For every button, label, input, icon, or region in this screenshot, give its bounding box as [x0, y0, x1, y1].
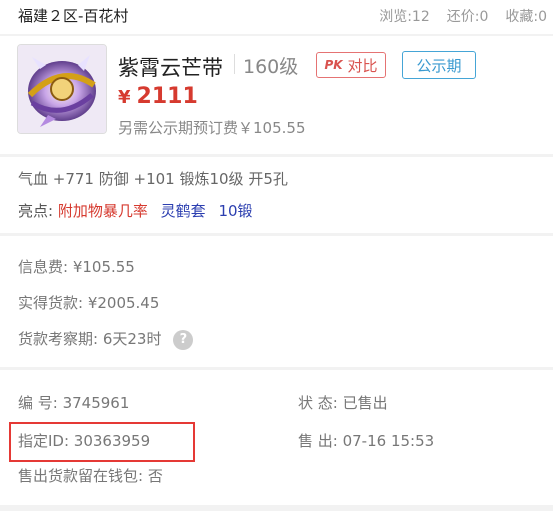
belt-item-icon — [18, 45, 106, 133]
observation-period-row: 货款考察期: 6天23时? — [18, 328, 194, 350]
price-value: 2111 — [136, 84, 198, 109]
compare-label: 对比 — [347, 56, 378, 75]
highlight-tag: 10锻 — [218, 202, 253, 220]
highlight-tag: 灵鹤套 — [160, 202, 206, 220]
help-icon[interactable]: ? — [173, 329, 194, 350]
favorites-count: 收藏:0 — [505, 9, 547, 25]
views-count: 浏览:12 — [379, 9, 430, 25]
public-period-badge: 公示期 — [402, 51, 476, 79]
compare-button[interactable]: PK 对比 — [316, 52, 386, 78]
info-fee: 信息费: ¥105.55 — [18, 258, 135, 276]
item-card: 紫霄云芒带 160级 PK 对比 公示期 ¥2111 另需公示期预订费￥105.… — [0, 36, 553, 154]
extra-fee: 另需公示期预订费￥105.55 — [118, 119, 306, 137]
fees-section: 信息费: ¥105.55 实得货款: ¥2005.45 货款考察期: 6天23时… — [0, 236, 553, 367]
server-name: 福建２区-百花村 — [18, 7, 129, 25]
item-level: 160级 — [243, 56, 299, 78]
keep-in-wallet: 售出货款留在钱包: 否 — [18, 467, 163, 485]
currency-symbol: ¥ — [118, 87, 131, 108]
observation-period: 货款考察期: 6天23时 — [18, 330, 162, 348]
stats-bar: 浏览:12 还价:0 收藏:0 — [379, 6, 547, 26]
actual-payment: 实得货款: ¥2005.45 — [18, 294, 160, 312]
order-number: 编 号: 3745961 — [18, 394, 130, 412]
item-thumbnail[interactable] — [17, 44, 107, 134]
bargain-count: 还价:0 — [446, 9, 489, 25]
title-divider — [234, 54, 235, 74]
order-section: 编 号: 3745961 状 态: 已售出 指定ID: 30363959 售 出… — [0, 370, 553, 505]
highlights-line: 亮点: 附加物暴几率 灵鹤套 10锻 — [18, 200, 253, 221]
highlights-label: 亮点: — [18, 202, 54, 220]
item-name: 紫霄云芒带 — [118, 56, 223, 80]
stats-line: 气血 +771 防御 +101 锻炼10级 开5孔 — [18, 170, 288, 188]
sold-time: 售 出: 07-16 15:53 — [298, 432, 435, 450]
item-price: ¥2111 — [118, 84, 198, 109]
attributes-section: 气血 +771 防御 +101 锻炼10级 开5孔 亮点: 附加物暴几率 灵鹤套… — [0, 157, 553, 233]
header-bar: 福建２区-百花村 浏览:12 还价:0 收藏:0 — [0, 0, 553, 34]
highlight-tag: 附加物暴几率 — [57, 202, 148, 220]
designated-id: 指定ID: 30363959 — [18, 432, 151, 450]
pk-icon: PK — [324, 58, 343, 72]
order-status: 状 态: 已售出 — [298, 394, 388, 412]
